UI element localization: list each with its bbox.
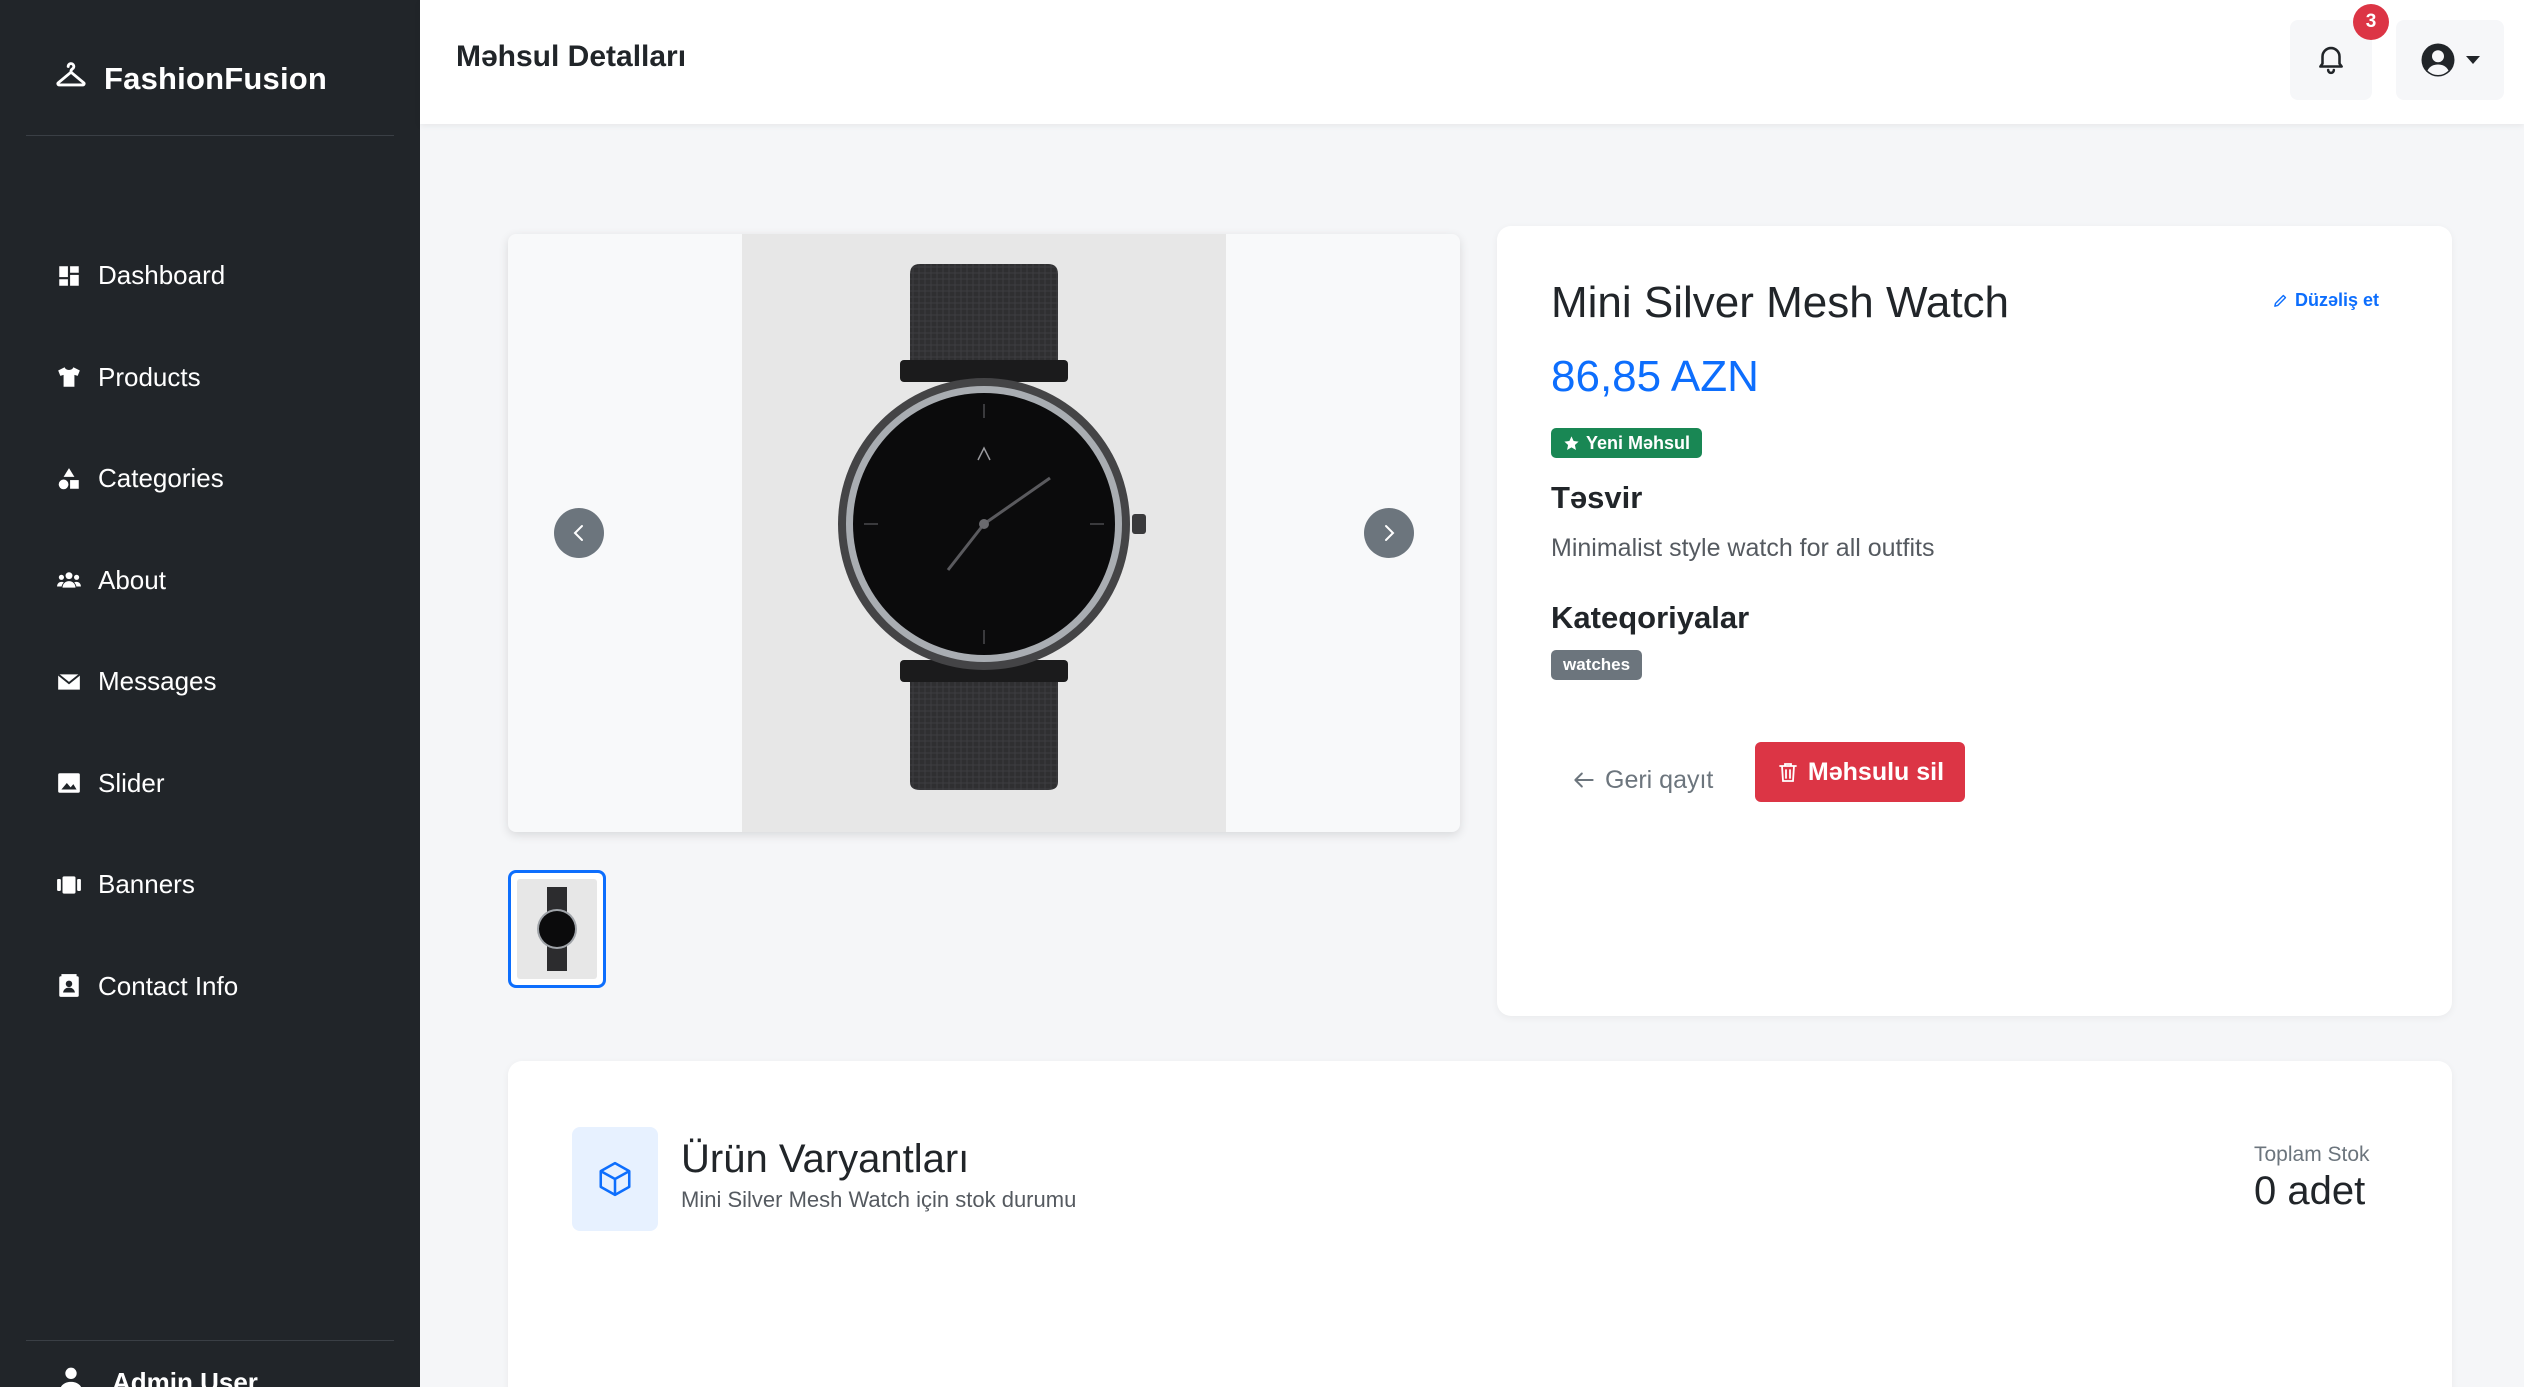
sidebar-item-label: Messages: [98, 666, 217, 697]
product-thumbnail[interactable]: [508, 870, 606, 988]
back-label: Geri qayıt: [1605, 765, 1714, 794]
arrow-left-icon: [1574, 772, 1594, 788]
bell-icon: [2314, 41, 2348, 80]
banners-icon: [56, 872, 82, 898]
delete-product-button[interactable]: Məhsulu sil: [1755, 742, 1965, 802]
sidebar-item-messages[interactable]: Messages: [0, 631, 420, 733]
page-title: Məhsul Detalları: [456, 40, 687, 73]
dashboard-icon: [56, 263, 82, 289]
hanger-icon: [54, 58, 88, 100]
user-name: Admin User: [112, 1367, 258, 1387]
sidebar-item-label: Slider: [98, 767, 165, 798]
sidebar-item-contact-info[interactable]: Contact Info: [0, 936, 420, 1038]
chevron-down-icon: [2466, 56, 2480, 64]
categories-heading: Kateqoriyalar: [1551, 600, 1750, 635]
sidebar-item-label: Products: [98, 361, 201, 392]
product-name: Mini Silver Mesh Watch: [1551, 278, 2010, 327]
sidebar-item-label: Categories: [98, 463, 224, 494]
pencil-icon: [2274, 294, 2287, 307]
total-stock-value: 0 adet: [2254, 1169, 2366, 1213]
edit-label: Düzəliş et: [2295, 290, 2380, 310]
sidebar-item-categories[interactable]: Categories: [0, 428, 420, 530]
variants-title: Ürün Varyantları: [681, 1137, 970, 1181]
sidebar-item-label: Banners: [98, 869, 195, 900]
new-badge-label: Yeni Məhsul: [1586, 432, 1691, 453]
tshirt-icon: [56, 364, 82, 390]
product-info-card: Mini Silver Mesh Watch Düzəliş et 86,85 …: [1497, 226, 2452, 1016]
brand-name: FashionFusion: [104, 61, 328, 96]
users-icon: [56, 567, 82, 593]
sidebar-user[interactable]: Admin User: [54, 1362, 258, 1387]
chevron-left-icon: [573, 525, 583, 541]
variants-card: Ürün Varyantları Mini Silver Mesh Watch …: [508, 1061, 2452, 1387]
sidebar-item-slider[interactable]: Slider: [0, 733, 420, 835]
contact-card-icon: [56, 973, 82, 999]
brand[interactable]: FashionFusion: [54, 56, 327, 102]
sidebar: FashionFusion Dashboard Products Categor…: [0, 0, 420, 1387]
new-product-badge: Yeni Məhsul: [1551, 428, 1703, 458]
star-icon: [1564, 435, 1579, 450]
variants-subtitle: Mini Silver Mesh Watch için stok durumu: [681, 1187, 1077, 1212]
product-price: 86,85 AZN: [1551, 352, 1759, 401]
product-image-carousel: [508, 234, 1460, 832]
sidebar-nav: Dashboard Products Categories About Mess…: [0, 225, 420, 1037]
shapes-icon: [56, 466, 82, 492]
edit-product-link[interactable]: Düzəliş et: [2272, 290, 2379, 311]
sidebar-item-label: Dashboard: [98, 260, 226, 291]
sidebar-divider: [26, 135, 394, 136]
sidebar-item-products[interactable]: Products: [0, 327, 420, 429]
total-stock-label: Toplam Stok: [2254, 1143, 2370, 1166]
sidebar-item-label: Contact Info: [98, 970, 239, 1001]
top-bar: Məhsul Detalları 3: [420, 0, 2524, 124]
back-button[interactable]: Geri qayıt: [1571, 754, 1713, 806]
sidebar-divider: [26, 1340, 394, 1341]
chevron-right-icon: [1385, 525, 1395, 541]
carousel-next-button[interactable]: [1364, 508, 1414, 558]
sidebar-item-about[interactable]: About: [0, 530, 420, 632]
product-description: Minimalist style watch for all outfits: [1551, 534, 1935, 562]
sidebar-item-dashboard[interactable]: Dashboard: [0, 225, 420, 327]
sidebar-item-label: About: [98, 564, 166, 595]
trash-icon: [1779, 763, 1797, 782]
product-image: [742, 234, 1226, 832]
image-icon: [56, 770, 82, 796]
user-circle-icon: [2421, 43, 2455, 77]
envelope-icon: [56, 669, 82, 695]
box-icon: [572, 1127, 658, 1231]
category-tag: watches: [1551, 650, 1643, 680]
description-heading: Təsvir: [1551, 480, 1643, 515]
sidebar-item-banners[interactable]: Banners: [0, 834, 420, 936]
notification-count-badge: 3: [2353, 4, 2389, 40]
user-menu-button[interactable]: [2396, 20, 2504, 100]
delete-label: Məhsulu sil: [1807, 757, 1945, 786]
user-icon: [54, 1362, 88, 1387]
carousel-prev-button[interactable]: [554, 508, 604, 558]
